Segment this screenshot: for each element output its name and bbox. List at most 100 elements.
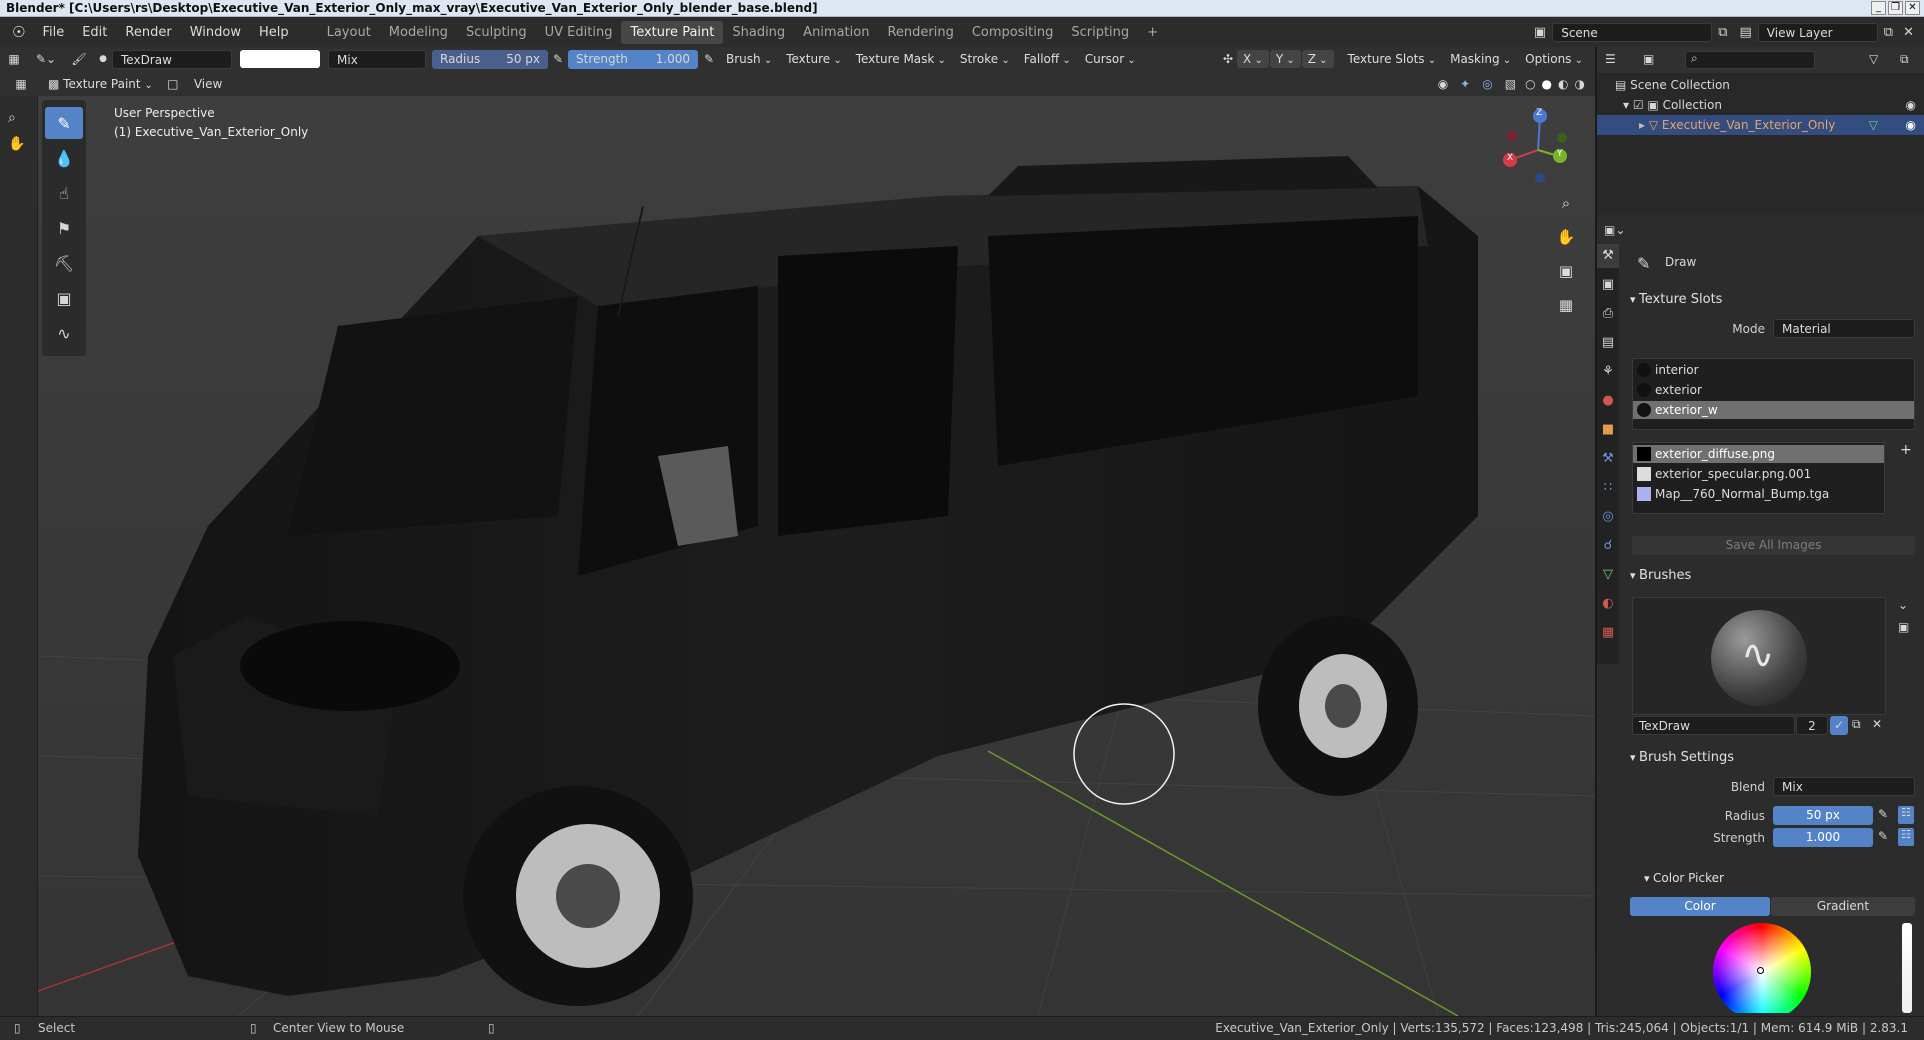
3d-viewport[interactable] xyxy=(38,96,1595,1016)
navigation-gizmo[interactable]: Z X Y xyxy=(1500,104,1570,184)
radius-pressure-icon[interactable]: ✎ xyxy=(1878,807,1888,821)
brush-dropdown-icon[interactable]: ⌄ xyxy=(1898,598,1908,612)
xray-icon[interactable]: ▧ xyxy=(1505,77,1516,91)
paint-grid-icon[interactable]: ▦ xyxy=(0,77,42,91)
rendered-shading-icon[interactable]: ◑ xyxy=(1575,77,1585,91)
menu-options[interactable]: Options xyxy=(1519,50,1589,68)
outliner-search-input[interactable] xyxy=(1685,51,1815,69)
mask-toggle-icon[interactable]: □ xyxy=(161,77,185,91)
outliner-row-collection[interactable]: ▾ ☑ ▣ Collection ◉ xyxy=(1597,95,1924,115)
zoom-view-icon[interactable]: ⌕ xyxy=(8,110,37,126)
outliner-type-icon[interactable]: ☰ xyxy=(1605,52,1616,66)
camera-icon[interactable]: ▣ xyxy=(1553,258,1579,284)
texture-slots-header[interactable]: Texture Slots xyxy=(1630,292,1722,307)
menu-texture-slots[interactable]: Texture Slots xyxy=(1342,50,1443,68)
material-slot-exterior[interactable]: exterior xyxy=(1633,381,1914,399)
radius-unified-icon[interactable]: ☷ xyxy=(1898,806,1914,824)
view-layer-icon[interactable]: ▤ xyxy=(1740,25,1752,40)
menu-help[interactable]: Help xyxy=(250,25,298,40)
brush-name-input[interactable]: TexDraw xyxy=(1632,716,1795,735)
fill-tool[interactable]: ⛏ xyxy=(45,247,83,279)
outliner-row-scene-collection[interactable]: ▤ Scene Collection xyxy=(1597,75,1924,95)
blend-mode-select[interactable]: Mix xyxy=(328,49,426,69)
material-slot-interior[interactable]: interior xyxy=(1633,361,1914,379)
fake-user-shield-icon[interactable]: ✓ xyxy=(1830,716,1848,735)
menu-masking[interactable]: Masking xyxy=(1444,50,1517,68)
menu-file[interactable]: File xyxy=(33,25,73,40)
modifier-tab-icon[interactable]: ⚒ xyxy=(1597,447,1619,471)
object-data-icon[interactable]: ▽ xyxy=(1869,115,1878,135)
new-scene-icon[interactable]: ⧉ xyxy=(1718,25,1727,40)
menu-edit[interactable]: Edit xyxy=(73,25,116,40)
tab-color[interactable]: Color xyxy=(1630,897,1770,916)
brush-name-field[interactable]: TexDraw xyxy=(112,49,232,69)
new-view-layer-icon[interactable]: ⧉ xyxy=(1884,25,1893,40)
editor-type-icon[interactable]: ▦ xyxy=(0,52,28,66)
scene-icon[interactable]: ▣ xyxy=(1534,25,1546,40)
smear-tool[interactable]: ☝ xyxy=(45,177,83,209)
mask-tool[interactable]: ▣ xyxy=(45,282,83,314)
color-swatch[interactable] xyxy=(240,50,320,68)
brushes-header[interactable]: Brushes xyxy=(1630,568,1691,583)
solid-shading-icon[interactable]: ● xyxy=(1542,77,1552,91)
zoom-icon[interactable]: ⌕ xyxy=(1553,190,1579,216)
menu-texture-mask[interactable]: Texture Mask xyxy=(850,50,952,68)
display-mode-icon[interactable]: ▣ xyxy=(1643,52,1654,66)
hand-pan-icon[interactable]: ✋ xyxy=(8,136,37,152)
menu-view[interactable]: View xyxy=(185,77,231,91)
blender-logo-icon[interactable]: ☉ xyxy=(0,23,33,41)
duplicate-brush-icon[interactable]: ⧉ xyxy=(1852,717,1861,732)
tab-scripting[interactable]: Scripting xyxy=(1062,21,1138,44)
collection-check-icon[interactable]: ☑ xyxy=(1633,98,1648,112)
scene-tab-icon[interactable]: ⚘ xyxy=(1597,360,1619,384)
tab-uv-editing[interactable]: UV Editing xyxy=(536,21,622,44)
data-tab-icon[interactable]: ▽ xyxy=(1597,563,1619,587)
collection-expand-icon[interactable]: ▾ xyxy=(1623,98,1633,112)
symmetry-z[interactable]: Z xyxy=(1301,50,1334,68)
brush-blend-select[interactable]: Mix xyxy=(1773,777,1915,796)
mode-select[interactable]: ▩ Texture Paint xyxy=(42,75,159,93)
strength-field[interactable]: Strength 1.000 xyxy=(568,49,698,69)
menu-render[interactable]: Render xyxy=(116,25,180,40)
color-wheel-cursor[interactable] xyxy=(1757,967,1764,974)
tab-gradient[interactable]: Gradient xyxy=(1771,897,1915,916)
strength-pressure-icon[interactable]: ✎ xyxy=(698,52,720,66)
soften-tool[interactable]: 💧 xyxy=(45,142,83,174)
strength-unified-icon[interactable]: ☷ xyxy=(1898,828,1914,846)
menu-texture[interactable]: Texture xyxy=(780,50,848,68)
brush-icon[interactable]: 🖌 xyxy=(64,52,94,66)
object-tab-icon[interactable]: ■ xyxy=(1597,418,1619,442)
draw-tool[interactable]: ✎ xyxy=(45,107,83,139)
menu-brush[interactable]: Brush xyxy=(720,50,778,68)
properties-type-icon[interactable]: ▣⌄ xyxy=(1604,223,1625,237)
fake-user-icon[interactable]: ● xyxy=(94,54,112,64)
tab-sculpting[interactable]: Sculpting xyxy=(457,21,536,44)
material-tab-icon[interactable]: ◐ xyxy=(1597,592,1619,616)
minimize-icon[interactable]: _ xyxy=(1871,1,1886,15)
texture-tab-icon[interactable]: ▦ xyxy=(1597,621,1619,645)
brush-image-icon[interactable]: ▣ xyxy=(1898,620,1909,634)
add-workspace-icon[interactable]: + xyxy=(1138,21,1167,44)
material-slot-exterior-w[interactable]: exterior_w xyxy=(1633,401,1914,419)
menu-window[interactable]: Window xyxy=(181,25,250,40)
menu-stroke[interactable]: Stroke xyxy=(954,50,1016,68)
brush-radius-field[interactable]: 50 px xyxy=(1773,806,1873,825)
physics-tab-icon[interactable]: ◎ xyxy=(1597,505,1619,529)
outliner-row-object[interactable]: ▸ ▽ Executive_Van_Exterior_Only ▽ ◉ xyxy=(1597,115,1924,135)
ortho-grid-icon[interactable]: ▦ xyxy=(1553,292,1579,318)
save-all-images-button[interactable]: Save All Images xyxy=(1632,536,1915,555)
annotate-tool[interactable]: ∿ xyxy=(45,317,83,349)
tab-animation[interactable]: Animation xyxy=(794,21,878,44)
object-visibility-icon[interactable]: ◉ xyxy=(1906,115,1916,135)
symmetry-icon[interactable]: ✣ xyxy=(1223,52,1233,66)
value-slider[interactable] xyxy=(1902,923,1912,1013)
image-slot-diffuse[interactable]: exterior_diffuse.png xyxy=(1633,445,1884,463)
wireframe-shading-icon[interactable]: ○ xyxy=(1525,77,1535,91)
clone-tool[interactable]: ⚑ xyxy=(45,212,83,244)
add-texture-slot-icon[interactable]: + xyxy=(1900,442,1912,458)
constraints-tab-icon[interactable]: ☌ xyxy=(1597,534,1619,558)
new-collection-icon[interactable]: ⧉ xyxy=(1900,52,1909,67)
close-icon[interactable]: ✕ xyxy=(1905,1,1920,15)
menu-falloff[interactable]: Falloff xyxy=(1018,50,1077,68)
strength-pressure-icon[interactable]: ✎ xyxy=(1878,829,1888,843)
